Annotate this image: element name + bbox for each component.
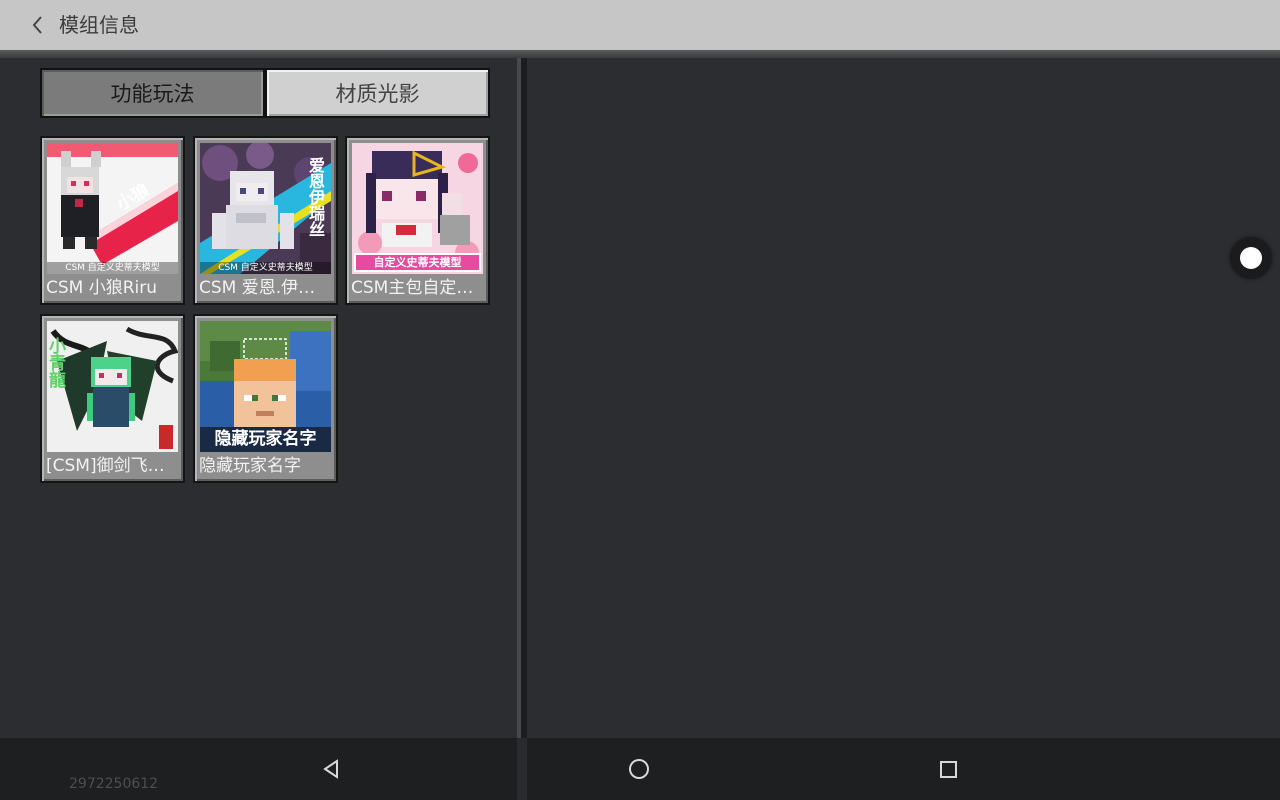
tab-gameplay-label: 功能玩法 — [110, 82, 195, 106]
page-title: 模组信息 — [59, 13, 139, 37]
mod-thumbnail-banner: 隐藏玩家名字 — [214, 429, 317, 449]
mod-thumbnail: 自定义史蒂夫模型 — [352, 143, 483, 274]
mod-card[interactable]: 小青龍 [CSM]御剑飞行小青龙 — [40, 314, 185, 483]
mod-name: CSM 爱恩.伊瑞丝 — [199, 278, 332, 298]
mod-name: 隐藏玩家名字 — [199, 456, 301, 476]
app-header: 模组信息 — [0, 0, 1280, 51]
mod-card[interactable]: 爱恩伊瑞丝 CSM 自定义史蒂夫模型 CSM 爱恩.伊瑞丝 — [193, 136, 338, 305]
mod-detail-panel — [527, 58, 1280, 738]
mod-thumbnail-banner: 爱恩伊瑞丝 — [306, 157, 325, 237]
mod-card[interactable]: 小狼 CSM 自定义史蒂夫模型 CSM 小狼Riru — [40, 136, 185, 305]
nav-recents-button[interactable] — [933, 754, 963, 784]
floating-assistive-button[interactable] — [1230, 237, 1272, 279]
nav-back-button[interactable] — [316, 754, 346, 784]
navbar-divider — [517, 738, 527, 800]
mod-thumbnail: 爱恩伊瑞丝 CSM 自定义史蒂夫模型 — [200, 143, 331, 274]
circle-home-icon — [629, 759, 649, 779]
mod-thumbnail: 小青龍 — [47, 321, 178, 452]
mod-name: CSM主包自定义史蒂夫模型 — [351, 278, 484, 298]
mod-thumbnail-caption: CSM 自定义史蒂夫模型 — [47, 262, 178, 274]
square-recents-icon — [940, 761, 957, 778]
tab-textures-shaders-label: 材质光影 — [335, 82, 420, 106]
mod-thumbnail: 小狼 CSM 自定义史蒂夫模型 — [47, 143, 178, 274]
header-divider — [0, 50, 1280, 58]
triangle-back-icon — [323, 759, 338, 779]
back-button[interactable] — [26, 12, 50, 38]
chevron-left-icon — [32, 16, 42, 34]
device-id-text: 2972250612 — [69, 776, 159, 792]
assistive-touch-icon — [1240, 247, 1262, 269]
mod-name: CSM 小狼Riru — [46, 278, 158, 298]
nav-home-button[interactable] — [624, 754, 654, 784]
mod-card[interactable]: 隐藏玩家名字 隐藏玩家名字 — [193, 314, 338, 483]
mod-thumbnail: 隐藏玩家名字 — [200, 321, 331, 452]
tab-textures-shaders[interactable]: 材质光影 — [265, 68, 490, 118]
mod-name: [CSM]御剑飞行小青龙 — [46, 456, 179, 476]
mod-thumbnail-banner: 小青龍 — [47, 337, 65, 388]
mod-thumbnail-banner: 自定义史蒂夫模型 — [373, 256, 462, 269]
mod-thumbnail-caption: CSM 自定义史蒂夫模型 — [200, 262, 331, 274]
tab-gameplay[interactable]: 功能玩法 — [40, 68, 265, 118]
mod-card[interactable]: 自定义史蒂夫模型 CSM主包自定义史蒂夫模型 — [345, 136, 490, 305]
